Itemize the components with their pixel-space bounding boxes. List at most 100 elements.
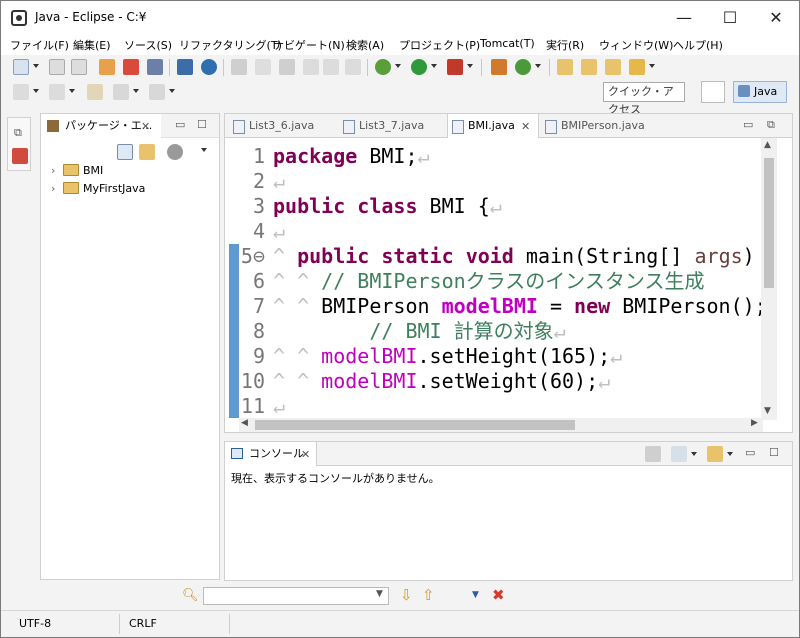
back-dropdown-icon[interactable] <box>133 89 139 93</box>
server-start-icon[interactable] <box>99 59 115 75</box>
display-console-icon[interactable] <box>671 446 687 462</box>
show-whitespace-icon[interactable] <box>345 59 361 75</box>
find-next-icon[interactable]: ⇩ <box>400 586 413 604</box>
external-tools-dropdown-icon[interactable] <box>467 64 473 68</box>
horizontal-scroll-thumb[interactable] <box>255 420 575 430</box>
new-java-project-icon[interactable] <box>491 59 507 75</box>
menu-project[interactable]: プロジェクト(P) <box>399 37 480 53</box>
find-previous-icon[interactable]: ⇧ <box>422 586 435 604</box>
server-stop-icon[interactable] <box>123 59 139 75</box>
tab-bmiperson-java[interactable]: BMIPerson.java <box>541 114 661 138</box>
scroll-left-icon[interactable]: ◀ <box>241 418 248 428</box>
previous-annotation-dropdown-icon[interactable] <box>69 89 75 93</box>
pen-icon[interactable] <box>255 59 271 75</box>
forward-dropdown-icon[interactable] <box>169 89 175 93</box>
expand-icon[interactable]: › <box>51 180 63 198</box>
minimize-view-icon[interactable]: ▭ <box>745 446 755 459</box>
close-tab-icon[interactable]: ✕ <box>301 448 310 461</box>
maximize-editor-icon[interactable]: ⧉ <box>767 118 775 132</box>
toggle-mark-icon[interactable] <box>303 59 319 75</box>
view-menu-icon[interactable] <box>201 148 207 152</box>
find-options-icon[interactable]: ▼ <box>472 590 479 600</box>
run-icon[interactable] <box>411 59 427 75</box>
menu-help[interactable]: ヘルプ(H) <box>673 37 723 53</box>
link-with-editor-icon[interactable] <box>139 144 155 160</box>
quick-access-field[interactable]: クイック・アクセス <box>603 82 685 116</box>
save-all-icon[interactable] <box>71 59 87 75</box>
code-line[interactable]: 4 ↵ <box>235 219 285 244</box>
forward-arrow-icon[interactable] <box>149 84 165 100</box>
scroll-up-icon[interactable]: ▲ <box>764 140 771 150</box>
code-line[interactable]: 2 ↵ <box>235 169 285 194</box>
code-line[interactable]: 10 ^ ^ modelBMI.setWeight(60);↵ <box>235 369 610 394</box>
restore-icon[interactable]: ⧉ <box>14 126 22 140</box>
debug-dropdown-icon[interactable] <box>395 64 401 68</box>
new-dropdown-icon[interactable] <box>33 64 39 68</box>
open-perspective-button[interactable] <box>701 81 725 103</box>
minimize-button[interactable]: — <box>661 1 707 34</box>
code-line[interactable]: 9 ^ ^ modelBMI.setHeight(165);↵ <box>235 344 622 369</box>
open-type-icon[interactable] <box>557 59 573 75</box>
debug-icon[interactable] <box>375 59 391 75</box>
focus-on-tasks-icon[interactable] <box>167 144 183 160</box>
close-tab-icon[interactable]: ✕ <box>521 120 530 133</box>
vertical-scroll-thumb[interactable] <box>764 158 774 288</box>
code-line[interactable]: 7 ^ ^ BMIPerson modelBMI = new BMIPerson(… <box>235 294 765 319</box>
menu-edit[interactable]: 編集(E) <box>73 37 111 53</box>
find-input[interactable] <box>203 587 389 605</box>
annotation-next-icon[interactable] <box>279 59 295 75</box>
new-class-dropdown-icon[interactable] <box>535 64 541 68</box>
menu-tomcat[interactable]: Tomcat(T) <box>480 37 535 50</box>
terminal-icon[interactable] <box>177 59 193 75</box>
find-history-dropdown-icon[interactable]: ▼ <box>376 589 383 599</box>
open-console-dropdown-icon[interactable] <box>727 452 733 456</box>
pencil-icon[interactable] <box>629 59 645 75</box>
maximize-view-icon[interactable]: ☐ <box>769 446 779 459</box>
external-tools-icon[interactable] <box>447 59 463 75</box>
task-list-icon[interactable] <box>12 148 28 164</box>
tree-item-bmi[interactable]: › BMI <box>51 162 103 180</box>
open-console-icon[interactable] <box>707 446 723 462</box>
previous-annotation-icon[interactable] <box>49 84 65 100</box>
tab-list3-7[interactable]: List3_7.java <box>339 114 449 138</box>
menu-file[interactable]: ファイル(F) <box>10 37 69 53</box>
back-arrow-icon[interactable] <box>113 84 129 100</box>
tab-list3-6[interactable]: List3_6.java <box>229 114 339 138</box>
tree-item-myfirstjava[interactable]: › MyFirstJava <box>51 180 145 198</box>
pin-console-icon[interactable] <box>645 446 661 462</box>
collapse-all-icon[interactable] <box>117 144 133 160</box>
settings-gear-icon[interactable] <box>201 59 217 75</box>
code-line[interactable]: 1 package BMI;↵ <box>235 144 430 169</box>
server-restart-icon[interactable] <box>147 59 163 75</box>
scroll-right-icon[interactable]: ▶ <box>751 418 758 428</box>
code-line[interactable]: 6 ^ ^ // BMIPersonクラスのインスタンス生成 <box>235 269 705 294</box>
menu-navigate[interactable]: ナビゲート(N) <box>273 37 345 53</box>
save-icon[interactable] <box>49 59 65 75</box>
new-java-class-icon[interactable] <box>515 59 531 75</box>
code-area[interactable]: 1 package BMI;↵ 2 ↵ 3 public class BMI {↵ 4 ↵ 5⊖… <box>235 144 765 414</box>
open-task-icon[interactable] <box>581 59 597 75</box>
menu-refactor[interactable]: リファクタリング(T) <box>179 37 282 53</box>
code-line[interactable]: 5⊖ ^ public static void main(String[] arg… <box>235 244 755 269</box>
run-dropdown-icon[interactable] <box>431 64 437 68</box>
close-button[interactable]: ✕ <box>753 1 799 34</box>
close-tab-icon[interactable]: ✕ <box>141 120 150 133</box>
minimize-view-icon[interactable]: ▭ <box>175 118 185 131</box>
code-line[interactable]: 3 public class BMI {↵ <box>235 194 502 219</box>
menu-run[interactable]: 実行(R) <box>546 37 584 53</box>
pin-icon[interactable] <box>231 59 247 75</box>
code-line[interactable]: 8 // BMI 計算の対象↵ <box>235 319 566 344</box>
menu-source[interactable]: ソース(S) <box>124 37 172 53</box>
code-line[interactable]: 11 ↵ <box>235 394 285 414</box>
menu-search[interactable]: 検索(A) <box>346 37 384 53</box>
scroll-down-icon[interactable]: ▼ <box>764 406 771 416</box>
new-icon[interactable] <box>13 59 29 75</box>
java-perspective-button[interactable]: Java <box>733 81 787 103</box>
close-find-icon[interactable]: ✖ <box>492 586 505 604</box>
maximize-button[interactable]: ☐ <box>707 1 753 34</box>
next-annotation-dropdown-icon[interactable] <box>33 89 39 93</box>
expand-icon[interactable]: › <box>51 162 63 180</box>
minimize-editor-icon[interactable]: ▭ <box>743 118 753 131</box>
maximize-view-icon[interactable]: ☐ <box>197 118 207 131</box>
block-selection-icon[interactable] <box>323 59 339 75</box>
